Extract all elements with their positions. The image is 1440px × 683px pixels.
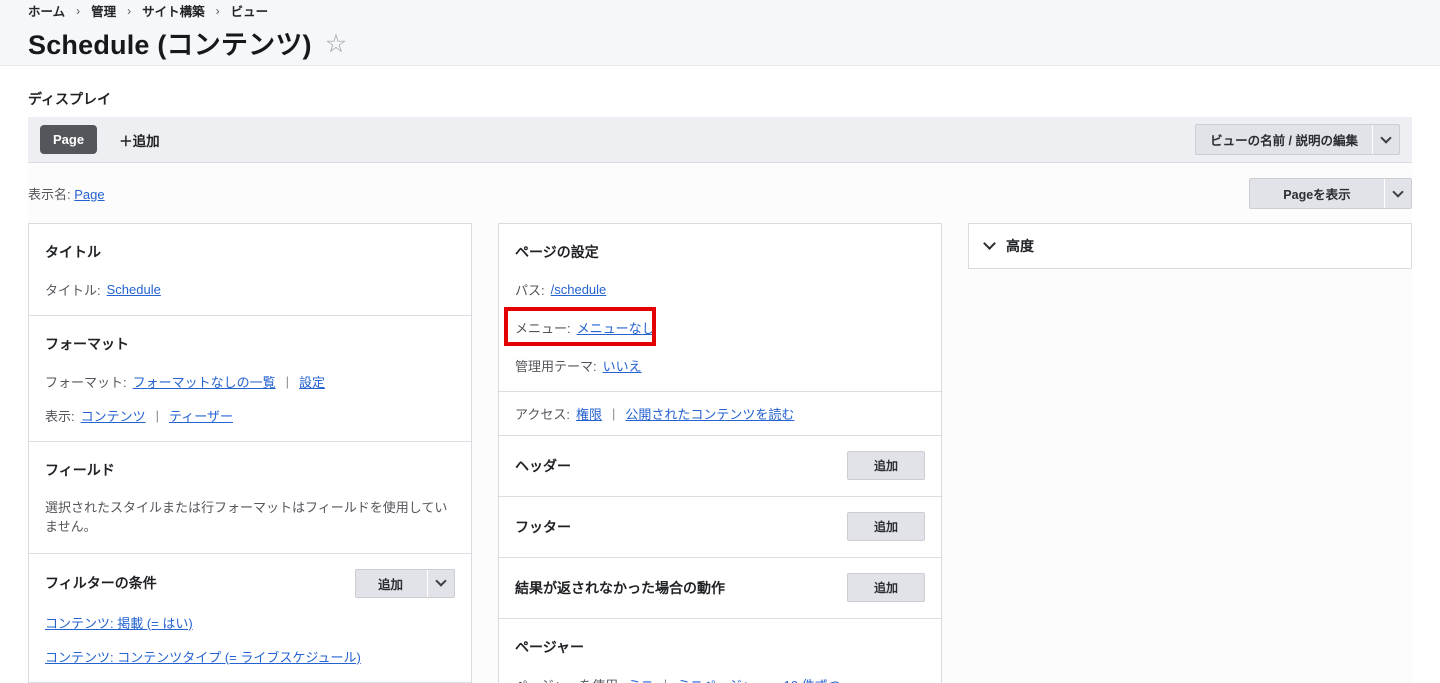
section-header-area: ヘッダー 追加 (499, 435, 941, 496)
page-header: ホーム › 管理 › サイト構築 › ビュー Schedule (コンテンツ) … (0, 0, 1440, 66)
section-no-results: 結果が返されなかった場合の動作 追加 (499, 557, 941, 618)
pager-items-link[interactable]: ミニページャー、 10 件ずつ (677, 675, 841, 683)
pager-use-label: ページャーを使用: (515, 675, 622, 683)
column-middle: ページの設定 パス: /schedule メニュー: メニューなし 管理用テーマ… (498, 223, 942, 683)
section-page-settings-heading: ページの設定 (515, 244, 599, 260)
format-style-link[interactable]: フォーマットなしの一覧 (133, 372, 276, 391)
add-display-button[interactable]: ＋追加 (119, 130, 160, 150)
display-name-link[interactable]: Page (74, 187, 104, 202)
page-title: Schedule (コンテンツ) (28, 30, 312, 60)
filters-add-dropbutton[interactable]: 追加 (354, 568, 455, 598)
breadcrumb-views[interactable]: ビュー (231, 1, 269, 20)
access-permission-link[interactable]: 権限 (576, 404, 602, 423)
view-page-label[interactable]: Pageを表示 (1250, 179, 1384, 208)
section-page-settings: ページの設定 パス: /schedule メニュー: メニューなし 管理用テーマ… (499, 224, 941, 391)
section-pager-heading: ページャー (515, 639, 585, 655)
filter-content-type-link[interactable]: コンテンツ: コンテンツタイプ (= ライブスケジュール) (45, 647, 361, 666)
section-fields-heading: フィールド (45, 462, 115, 478)
section-header-heading: ヘッダー (515, 457, 571, 474)
section-pager: ページャー ページャーを使用: ミニ | ミニページャー、 10 件ずつ 続きへ… (499, 618, 941, 683)
header-add-button[interactable]: 追加 (846, 451, 925, 480)
path-label: パス: (515, 283, 545, 298)
chevron-down-icon (983, 237, 996, 250)
chevron-down-icon (435, 575, 447, 587)
section-access: アクセス: 権限 | 公開されたコンテンツを読む (499, 391, 941, 435)
breadcrumb: ホーム › 管理 › サイト構築 › ビュー (28, 1, 1412, 20)
section-format: フォーマット フォーマット: フォーマットなしの一覧 | 設定 表示: コンテン… (29, 315, 471, 441)
pipe-separator: | (155, 408, 160, 423)
breadcrumb-separator: › (76, 3, 81, 18)
admin-theme-link[interactable]: いいえ (603, 356, 642, 375)
footer-add-button[interactable]: 追加 (846, 512, 925, 541)
pipe-separator: | (285, 374, 290, 389)
section-format-heading: フォーマット (45, 336, 129, 352)
advanced-heading: 高度 (1006, 238, 1034, 254)
filter-published-link[interactable]: コンテンツ: 掲載 (= はい) (45, 613, 193, 632)
format-settings-link[interactable]: 設定 (299, 372, 325, 391)
filters-add-label[interactable]: 追加 (356, 570, 427, 597)
chevron-down-icon (1392, 185, 1404, 198)
fields-empty-text: 選択されたスタイルまたは行フォーマットはフィールドを使用していません。 (45, 500, 448, 534)
show-content-link[interactable]: コンテンツ (81, 406, 146, 425)
show-teaser-link[interactable]: ティーザー (169, 406, 233, 425)
displays-toolbar: Page ＋追加 ビューの名前 / 説明の編集 (28, 117, 1412, 163)
display-name-label: 表示名: (28, 187, 71, 202)
filters-add-dropdown-toggle[interactable] (427, 569, 454, 597)
column-right: 高度 (968, 223, 1412, 269)
section-filters-heading: フィルターの条件 (45, 575, 157, 592)
section-footer-area: フッター 追加 (499, 496, 941, 557)
access-view-published-link[interactable]: 公開されたコンテンツを読む (625, 404, 794, 423)
section-title: タイトル タイトル: Schedule (29, 224, 471, 315)
section-footer-heading: フッター (515, 518, 571, 535)
breadcrumb-admin[interactable]: 管理 (91, 1, 116, 20)
title-value-link[interactable]: Schedule (107, 282, 161, 297)
breadcrumb-structure[interactable]: サイト構築 (142, 1, 205, 20)
section-title-heading: タイトル (45, 244, 101, 260)
view-page-dropbutton[interactable]: Pageを表示 (1249, 178, 1412, 209)
column-left: タイトル タイトル: Schedule フォーマット フォーマット: フォーマッ… (28, 223, 472, 683)
path-link[interactable]: /schedule (551, 282, 607, 297)
displays-section-label: ディスプレイ (28, 91, 112, 107)
edit-view-name-dropbutton[interactable]: ビューの名前 / 説明の編集 (1195, 124, 1400, 155)
section-filters: フィルターの条件 追加 コンテンツ: 掲載 (= はい) コンテンツ: コンテン… (29, 552, 471, 682)
show-label: 表示: (45, 409, 75, 424)
pager-mini-link[interactable]: ミニ (628, 675, 654, 683)
title-label: タイトル: (45, 283, 101, 298)
menu-link[interactable]: メニューなし (577, 318, 655, 337)
display-tab-page[interactable]: Page (40, 125, 98, 154)
advanced-toggle[interactable]: 高度 (969, 224, 1411, 268)
favorite-star-icon[interactable]: ☆ (325, 31, 347, 57)
pipe-separator: | (664, 677, 667, 683)
edit-view-name-dropdown-toggle[interactable] (1372, 125, 1399, 154)
section-no-results-heading: 結果が返されなかった場合の動作 (515, 579, 725, 596)
section-fields: フィールド 選択されたスタイルまたは行フォーマットはフィールドを使用していません… (29, 441, 471, 553)
format-label: フォーマット: (45, 375, 127, 390)
access-label: アクセス: (515, 407, 570, 422)
menu-label: メニュー: (515, 321, 571, 336)
pipe-separator: | (611, 406, 616, 421)
breadcrumb-separator: › (215, 3, 220, 18)
breadcrumb-separator: › (127, 3, 132, 18)
breadcrumb-home[interactable]: ホーム (28, 1, 65, 20)
edit-view-name-label[interactable]: ビューの名前 / 説明の編集 (1196, 125, 1372, 154)
admin-theme-label: 管理用テーマ: (515, 359, 597, 374)
no-results-add-button[interactable]: 追加 (846, 573, 925, 602)
view-page-dropdown-toggle[interactable] (1384, 179, 1411, 208)
chevron-down-icon (1380, 131, 1392, 144)
